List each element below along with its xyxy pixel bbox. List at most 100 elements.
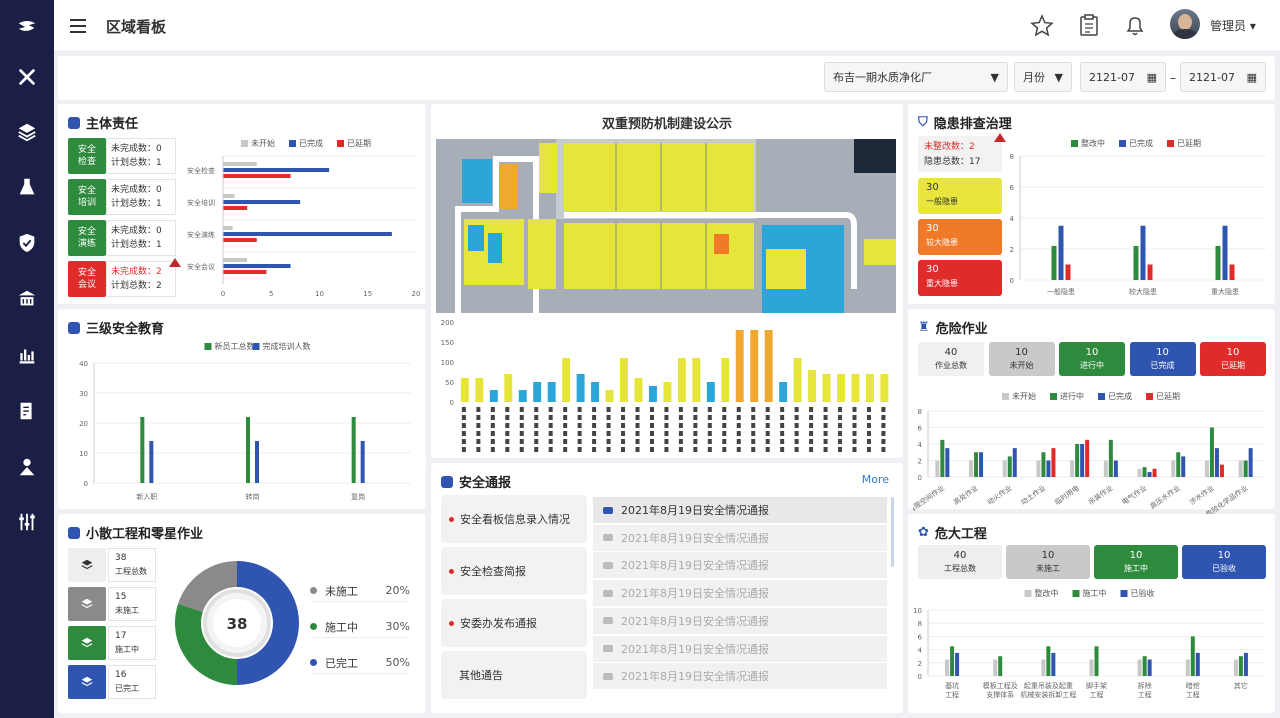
danger-work-tile[interactable]: 10 已延期 (1200, 342, 1266, 376)
danger-work-tile[interactable]: 10 未开始 (988, 342, 1055, 376)
bar (1147, 264, 1153, 280)
label-glyph (548, 423, 553, 428)
shield-icon[interactable] (0, 228, 54, 258)
legend-swatch (1119, 140, 1126, 147)
bar (969, 460, 974, 477)
site-map[interactable] (436, 139, 896, 313)
label-glyph (765, 407, 770, 412)
label-glyph (490, 423, 495, 428)
hazard-tile[interactable]: 30 一般隐患 (918, 178, 1002, 214)
tools-icon[interactable] (0, 62, 54, 92)
scrollbar[interactable] (891, 497, 894, 567)
danger-work-tile[interactable]: 40 作业总数 (918, 342, 984, 376)
bank-icon[interactable] (0, 284, 54, 314)
document-edit-icon[interactable] (0, 396, 54, 426)
bar (1243, 460, 1248, 477)
notice-row[interactable]: 2021年8月19日安全情况通报 (593, 607, 887, 634)
y-tick-label: 0 (450, 399, 454, 407)
label-glyph (881, 431, 886, 436)
label-glyph (751, 415, 756, 420)
bell-icon[interactable] (1124, 13, 1146, 40)
label-glyph (794, 423, 799, 428)
bar (1140, 225, 1146, 280)
label-glyph (519, 415, 524, 420)
star-icon[interactable] (1030, 14, 1054, 41)
notice-category[interactable]: 安全检查简报 (441, 547, 587, 595)
x-tick-label: 复岗 (351, 492, 365, 501)
big-engineering-chart: 整改中 施工中 已验收 0 2 4 6 8 10 基坑工程 模板工程及支撑体系起重吊装及起重机械安装… (913, 588, 1265, 699)
label-glyph (621, 447, 626, 452)
notice-category[interactable]: 安全看板信息录入情况 (441, 495, 587, 543)
danger-work-panel: ♜ 危险作业 0 2 4 6 8 有限空间作业 高处作业 动火作业 动土作业 临时用电 吊装作业 电气作… (908, 309, 1275, 519)
notice-row[interactable]: 2021年8月19日安全情况通报 (593, 663, 887, 690)
responsibility-tile[interactable]: 安全 会议 (68, 261, 106, 297)
label-glyph (577, 415, 582, 420)
stat-value: 0 (156, 185, 162, 195)
label-glyph (649, 431, 654, 436)
legend-swatch (1098, 393, 1105, 400)
menu-icon[interactable] (68, 16, 88, 39)
avatar[interactable] (1170, 9, 1200, 39)
big-engineering-tile[interactable]: 10 已验收 (1182, 545, 1266, 579)
organization-icon[interactable] (0, 452, 54, 482)
tile-number: 17 (115, 631, 127, 641)
responsibility-stats: 未完成数：0 计划总数：1 (106, 179, 176, 215)
label-glyph (664, 447, 669, 452)
label-glyph (490, 431, 495, 436)
clipboard-icon (68, 526, 80, 539)
responsibility-tile[interactable]: 安全 培训 (68, 179, 106, 215)
bar (620, 358, 628, 402)
notice-row[interactable]: 2021年8月19日安全情况通报 (593, 552, 887, 579)
label-glyph (592, 431, 597, 436)
hazard-tile[interactable]: 30 较大隐患 (918, 219, 1002, 255)
bar (1036, 460, 1041, 477)
tile-number: 30 (926, 264, 939, 275)
big-engineering-tile[interactable]: 10 未施工 (1006, 545, 1090, 579)
shield-icon: ⛉ (918, 115, 928, 130)
label-glyph (519, 447, 524, 452)
notice-row[interactable]: 2021年8月19日安全情况通报 (593, 497, 887, 523)
notice-title: 2021年8月19日安全情况通报 (621, 670, 769, 684)
end-date[interactable]: 2121-07 ▦ (1180, 62, 1266, 92)
responsibility-tile[interactable]: 安全 演练 (68, 220, 106, 256)
site-select[interactable]: 布吉一期水质净化厂 ▼ (824, 62, 1008, 92)
clipboard-icon[interactable] (1078, 13, 1100, 40)
stat-label: 计划总数： (111, 158, 157, 168)
legend-label: 新员工总数 (215, 341, 255, 351)
notice-row[interactable]: 2021年8月19日安全情况通报 (593, 635, 887, 662)
label-glyph (678, 423, 683, 428)
sliders-icon[interactable] (0, 507, 54, 537)
start-date[interactable]: 2121-07 ▦ (1080, 62, 1166, 92)
period-select[interactable]: 月份 ▼ (1014, 62, 1072, 92)
label-glyph (548, 439, 553, 444)
user-name[interactable]: 管理员 ▾ (1210, 17, 1256, 34)
tile-label: 施工中 (115, 645, 139, 654)
notice-category[interactable]: 其他通告 (441, 651, 587, 699)
label-glyph (693, 415, 698, 420)
notice-category[interactable]: 安委办发布通报 (441, 599, 587, 647)
notice-row[interactable]: 2021年8月19日安全情况通报 (593, 580, 887, 607)
flask-icon[interactable] (0, 172, 54, 202)
danger-work-tile[interactable]: 10 已完成 (1129, 342, 1196, 376)
label-glyph (678, 447, 683, 452)
big-engineering-tile[interactable]: 40 工程总数 (918, 545, 1002, 579)
bar-chart-icon[interactable] (0, 340, 54, 370)
danger-work-tile[interactable]: 10 进行中 (1059, 342, 1125, 376)
briefcase-icon (441, 475, 453, 488)
label-glyph (823, 447, 828, 452)
bar (793, 358, 802, 402)
label-glyph (505, 415, 510, 420)
mail-icon (603, 645, 613, 652)
notice-row[interactable]: 2021年8月19日安全情况通报 (593, 524, 887, 551)
responsibility-tile[interactable]: 安全 检查 (68, 138, 106, 174)
layers-icon[interactable] (0, 117, 54, 147)
legend-swatch (1050, 393, 1057, 400)
more-link[interactable]: More (862, 473, 889, 486)
label-glyph (838, 415, 843, 420)
big-engineering-tile[interactable]: 10 施工中 (1094, 545, 1178, 579)
bar (1209, 427, 1214, 477)
bar (663, 382, 672, 402)
small-engineering-stat: 15 未施工 (108, 587, 156, 621)
bar (1046, 646, 1051, 676)
hazard-tile[interactable]: 30 重大隐患 (918, 260, 1002, 296)
